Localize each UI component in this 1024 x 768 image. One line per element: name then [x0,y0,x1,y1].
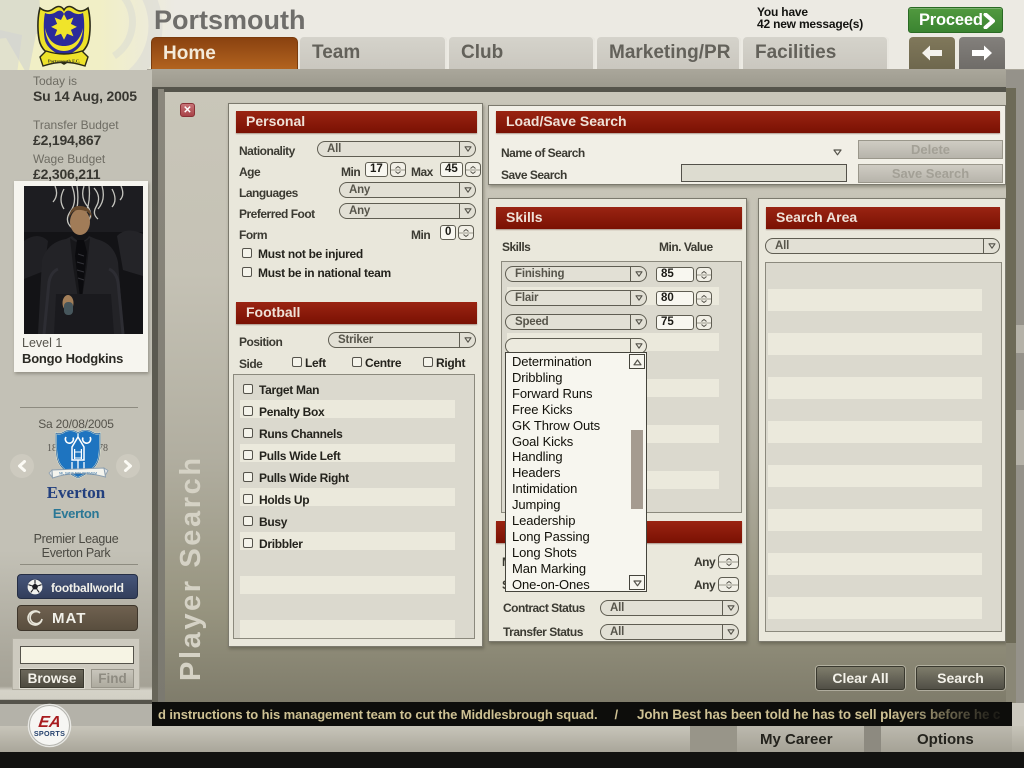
svg-text:SPORTS: SPORTS [34,729,65,738]
svg-text:Portsmouth F.C.: Portsmouth F.C. [48,59,80,64]
svg-text:NIL SATIS NISI OPTIMUM: NIL SATIS NISI OPTIMUM [59,472,97,476]
